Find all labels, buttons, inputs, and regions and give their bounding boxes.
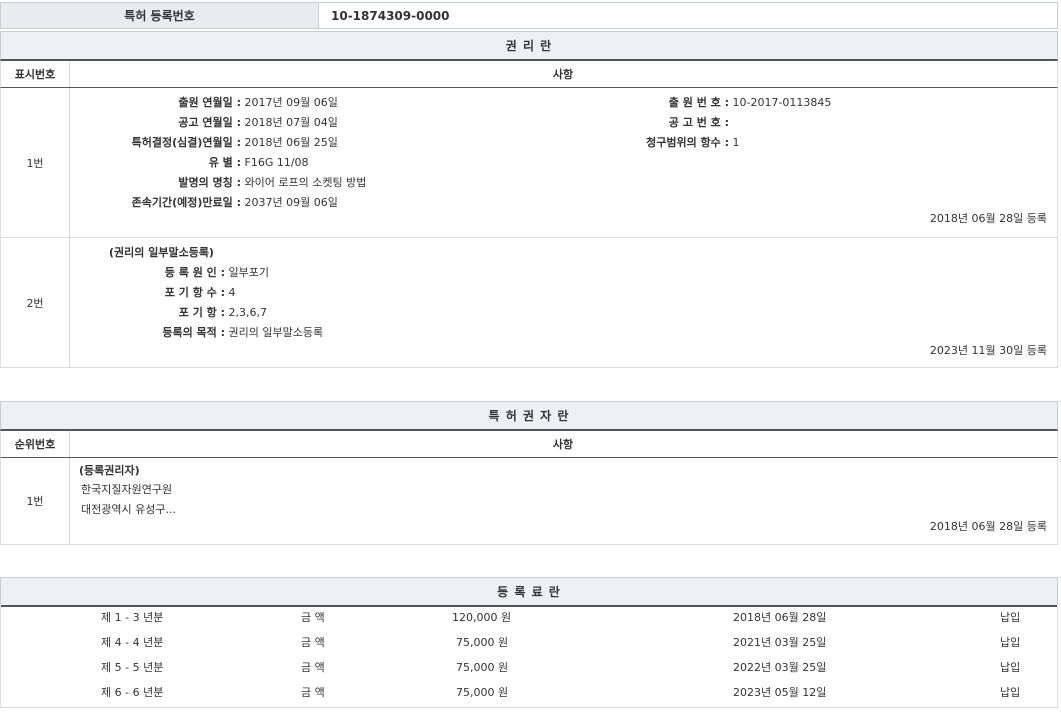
waived-claims-count-label: 포 기 항 수 : [71,283,225,303]
column-details: 사항 [69,61,1057,87]
waived-claims-count: 포 기 항 수 : 4 [71,283,236,303]
fee-period: 제 6 - 6 년분 [101,680,163,705]
publication-date-value: 2018년 07월 04일 [245,116,338,129]
holders-column-header: 순위번호 사항 [0,431,1058,458]
decision-date: 특허결정(심결)연월일 : 2018년 06월 25일 [71,133,338,153]
waived-claims-count-value: 4 [229,286,236,299]
fee-period: 제 5 - 5 년분 [101,655,163,680]
waived-claims-value: 2,3,6,7 [229,306,267,319]
expiry-date-label: 존속기간(예정)만료일 : [71,193,241,213]
holders-section-title: 특 허 권 자 란 [0,401,1058,431]
classification: 유 별 : F16G 11/08 [71,153,309,173]
fee-amount-label: 금 액 [301,680,325,705]
fee-amount: 120,000 원 [452,605,511,630]
fee-date: 2023년 05월 12일 [733,680,826,705]
fee-amount-label: 금 액 [301,655,325,680]
claims-count-value: 1 [733,136,740,149]
waived-claims-label: 포 기 항 : [71,303,225,323]
column-rank-number: 순위번호 [1,431,70,457]
fee-amount: 75,000 원 [456,680,508,705]
entry-number: 1번 [1,458,70,544]
holder-name: 한국지질자원연구원 [81,480,172,500]
registration-cause: 등 록 원 인 : 일부포기 [71,263,269,283]
application-number-label: 출 원 번 호 : [561,93,729,113]
application-date-label: 출원 연월일 : [71,93,241,113]
application-number-value: 10-2017-0113845 [733,96,832,109]
fee-amount: 75,000 원 [456,655,508,680]
registration-purpose-label: 등록의 목적 : [71,323,225,343]
registration-number-label: 특허 등록번호 [1,3,319,28]
fee-date: 2021년 03월 25일 [733,630,826,655]
registration-number-value: 10-1874309-0000 [331,3,450,28]
column-display-number: 표시번호 [1,61,70,87]
registration-date: 2018년 06월 28일 등록 [930,517,1047,537]
invention-title-label: 발명의 명칭 : [71,173,241,193]
rights-section-title: 권 리 란 [0,31,1058,61]
decision-date-value: 2018년 06월 25일 [245,136,338,149]
rights-column-header: 표시번호 사항 [0,61,1058,88]
fee-amount-label: 금 액 [301,605,325,630]
entry-heading: (권리의 일부말소등록) [109,243,214,263]
claims-count: 청구범위의 항수 : 1 [561,133,740,153]
registration-date: 2023년 11월 30일 등록 [930,341,1047,361]
rights-entry-1: 1번 출원 연월일 : 2017년 09월 06일 공고 연월일 : 2018년… [0,88,1058,238]
claims-count-label: 청구범위의 항수 : [561,133,729,153]
fee-status: 납입 [1000,680,1020,705]
registration-purpose: 등록의 목적 : 권리의 일부말소등록 [71,323,323,343]
entry-number: 1번 [1,88,70,237]
invention-title-value: 와이어 로프의 소켓팅 방법 [245,176,367,189]
fee-status: 납입 [1000,655,1020,680]
fees-section-title: 등 록 료 란 [0,577,1058,607]
application-date: 출원 연월일 : 2017년 09월 06일 [71,93,338,113]
fee-period: 제 4 - 4 년분 [101,630,163,655]
holders-entry-1: 1번 (등록권리자) 한국지질자원연구원 대전광역시 유성구... 2018년 … [0,458,1058,545]
application-number: 출 원 번 호 : 10-2017-0113845 [561,93,831,113]
fee-row: 제 4 - 4 년분 금 액 75,000 원 2021년 03월 25일 납입 [1,630,1057,655]
fee-amount-label: 금 액 [301,630,325,655]
publication-date: 공고 연월일 : 2018년 07월 04일 [71,113,338,133]
classification-label: 유 별 : [71,153,241,173]
publication-number: 공 고 번 호 : [561,113,729,133]
registration-number-row: 특허 등록번호 10-1874309-0000 [0,2,1058,29]
holder-address: 대전광역시 유성구... [81,500,176,520]
expiry-date: 존속기간(예정)만료일 : 2037년 09월 06일 [71,193,338,213]
fee-row: 제 5 - 5 년분 금 액 75,000 원 2022년 03월 25일 납입 [1,655,1057,680]
fee-date: 2022년 03월 25일 [733,655,826,680]
waived-claims: 포 기 항 : 2,3,6,7 [71,303,267,323]
expiry-date-value: 2037년 09월 06일 [245,196,338,209]
entry-heading: (등록권리자) [79,461,140,481]
rights-entry-2: 2번 (권리의 일부말소등록) 등 록 원 인 : 일부포기 포 기 항 수 :… [0,238,1058,368]
registration-purpose-value: 권리의 일부말소등록 [229,326,324,339]
fee-date: 2018년 06월 28일 [733,605,826,630]
fee-period: 제 1 - 3 년분 [101,605,163,630]
fee-row: 제 6 - 6 년분 금 액 75,000 원 2023년 05월 12일 납입 [1,680,1057,705]
registration-cause-label: 등 록 원 인 : [71,263,225,283]
invention-title: 발명의 명칭 : 와이어 로프의 소켓팅 방법 [71,173,366,193]
decision-date-label: 특허결정(심결)연월일 : [71,133,241,153]
column-details: 사항 [69,431,1057,457]
classification-value: F16G 11/08 [245,156,309,169]
publication-number-label: 공 고 번 호 : [561,113,729,133]
application-date-value: 2017년 09월 06일 [245,96,338,109]
registration-date: 2018년 06월 28일 등록 [930,209,1047,229]
fees-table: 제 1 - 3 년분 금 액 120,000 원 2018년 06월 28일 납… [0,605,1058,708]
fee-amount: 75,000 원 [456,630,508,655]
fee-status: 납입 [1000,630,1020,655]
publication-date-label: 공고 연월일 : [71,113,241,133]
fee-status: 납입 [1000,605,1020,630]
fee-row: 제 1 - 3 년분 금 액 120,000 원 2018년 06월 28일 납… [1,605,1057,630]
entry-number: 2번 [1,238,70,367]
registration-cause-value: 일부포기 [229,266,269,279]
